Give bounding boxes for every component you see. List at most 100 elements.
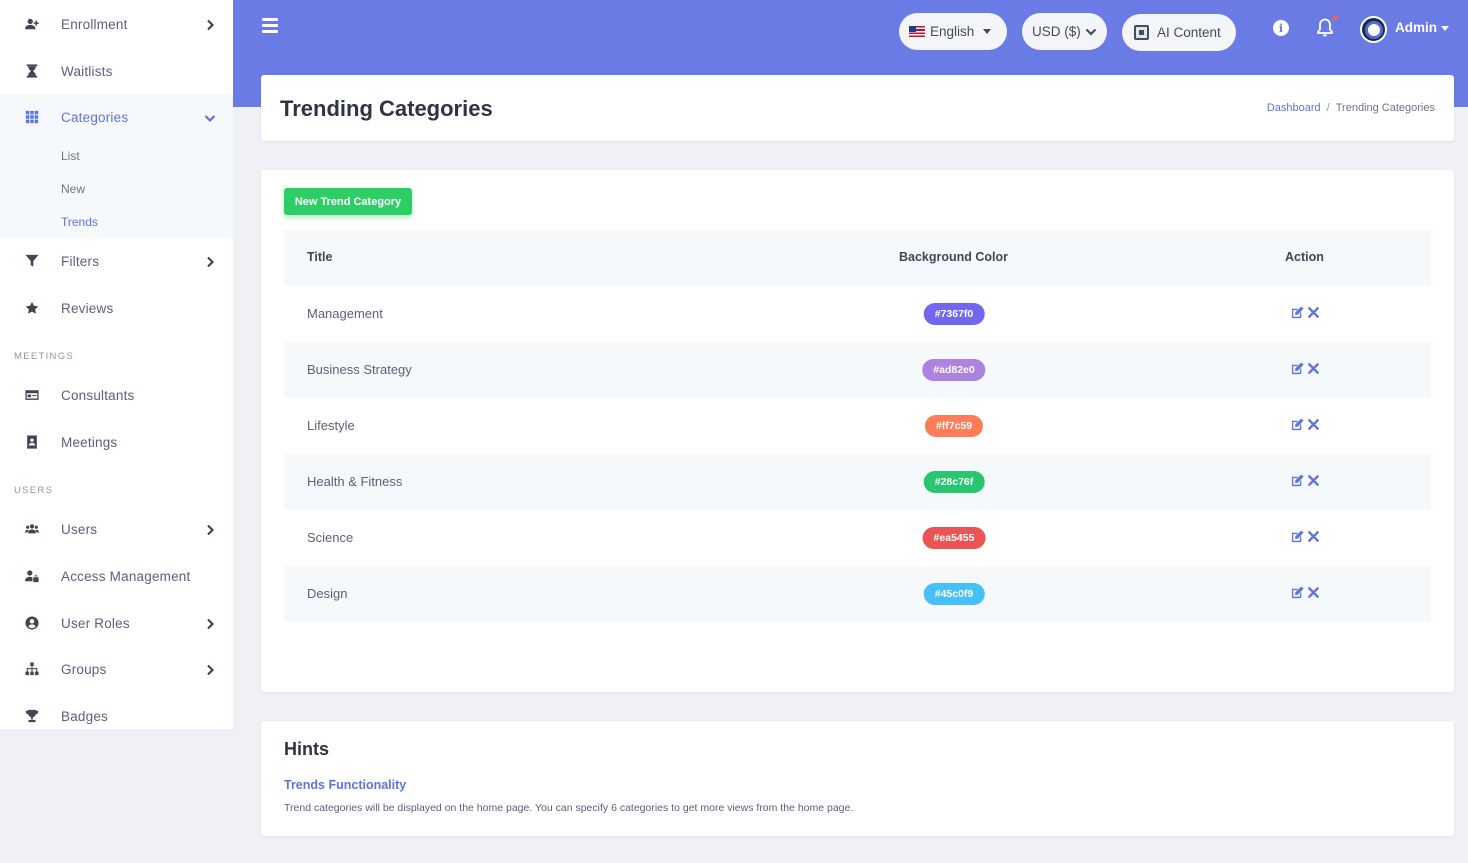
breadcrumb-current: Trending Categories	[1335, 102, 1435, 114]
sidebar: Enrollment Waitlists Categories List New…	[0, 0, 233, 729]
sidebar-item-groups[interactable]: Groups	[0, 646, 233, 692]
breadcrumb-dashboard-link[interactable]: Dashboard	[1267, 102, 1321, 114]
sidebar-item-reviews[interactable]: Reviews	[0, 285, 233, 331]
sidebar-item-label: Meetings	[61, 434, 118, 450]
delete-icon[interactable]	[1307, 362, 1320, 375]
sidebar-item-user-roles[interactable]: User Roles	[0, 600, 233, 646]
grid-icon	[24, 109, 40, 125]
language-selector[interactable]: English	[899, 13, 1007, 50]
row-title: Management	[307, 306, 383, 321]
hints-subtitle: Trends Functionality	[284, 778, 407, 792]
sidebar-item-label: Waitlists	[61, 63, 113, 79]
color-badge: #ff7c59	[924, 415, 984, 437]
chevron-right-icon	[204, 617, 216, 630]
hourglass-icon	[24, 63, 40, 79]
sidebar-item-access-management[interactable]: Access Management	[0, 553, 233, 599]
sidebar-subitem-list[interactable]: List	[61, 149, 80, 163]
sidebar-item-categories[interactable]: Categories	[0, 94, 233, 140]
chevron-right-icon	[204, 255, 216, 268]
sidebar-item-users[interactable]: Users	[0, 506, 233, 552]
admin-menu-label[interactable]: Admin	[1395, 20, 1437, 35]
hints-title: Hints	[284, 739, 329, 759]
row-actions	[1291, 530, 1320, 543]
sidebar-item-meetings[interactable]: Meetings	[0, 419, 233, 465]
trophy-icon	[24, 708, 40, 724]
column-header-action: Action	[1285, 250, 1324, 264]
edit-icon[interactable]	[1291, 474, 1304, 487]
section-heading-users: USERS	[14, 485, 54, 496]
sidebar-item-enrollment[interactable]: Enrollment	[0, 1, 233, 47]
bell-icon[interactable]	[1316, 18, 1334, 38]
row-title: Science	[307, 530, 354, 545]
ai-content-button[interactable]: AI Content	[1122, 14, 1236, 51]
address-book-icon	[24, 434, 40, 450]
color-badge: #45c0f9	[923, 583, 985, 605]
edit-icon[interactable]	[1291, 530, 1304, 543]
trend-categories-table: Title Background Color Action Management…	[284, 230, 1431, 622]
chip-icon	[1134, 25, 1149, 40]
info-icon[interactable]: i	[1273, 20, 1289, 36]
hints-card: Hints Trends Functionality Trend categor…	[261, 721, 1454, 836]
table-row: Science #ea5455	[284, 510, 1431, 566]
row-actions	[1291, 362, 1320, 375]
currency-label: USD ($)	[1032, 24, 1081, 39]
color-badge: #28c76f	[923, 471, 985, 493]
us-flag-icon	[909, 26, 925, 37]
user-lock-icon	[24, 568, 40, 584]
sidebar-item-label: Groups	[61, 661, 107, 677]
sidebar-item-label: Reviews	[61, 300, 114, 316]
table-row: Business Strategy #ad82e0	[284, 342, 1431, 398]
delete-icon[interactable]	[1307, 306, 1320, 319]
new-trend-category-button[interactable]: New Trend Category	[284, 188, 412, 215]
filter-icon	[24, 253, 40, 269]
notification-dot	[1333, 15, 1338, 20]
sidebar-subitem-new[interactable]: New	[61, 182, 85, 196]
avatar[interactable]	[1360, 16, 1387, 43]
sidebar-item-label: Access Management	[61, 568, 191, 584]
edit-icon[interactable]	[1291, 306, 1304, 319]
sidebar-item-label: Consultants	[61, 387, 135, 403]
delete-icon[interactable]	[1307, 474, 1320, 487]
hamburger-menu-icon[interactable]	[262, 18, 278, 34]
sidebar-item-waitlists[interactable]: Waitlists	[0, 48, 233, 94]
chevron-down-icon	[1085, 28, 1097, 36]
row-actions	[1291, 418, 1320, 431]
column-header-title: Title	[307, 250, 333, 264]
row-actions	[1291, 306, 1320, 319]
table-header: Title Background Color Action	[284, 230, 1431, 286]
row-title: Business Strategy	[307, 362, 412, 377]
row-title: Health & Fitness	[307, 474, 403, 489]
hints-text: Trend categories will be displayed on th…	[284, 802, 854, 814]
user-plus-icon	[24, 16, 40, 32]
table-row: Design #45c0f9	[284, 566, 1431, 622]
sidebar-item-consultants[interactable]: Consultants	[0, 372, 233, 418]
chevron-right-icon	[204, 663, 216, 676]
trend-categories-card: New Trend Category Title Background Colo…	[261, 170, 1454, 692]
row-actions	[1291, 586, 1320, 599]
page-header-card: Trending Categories Dashboard / Trending C…	[261, 75, 1454, 141]
sidebar-item-label: Badges	[61, 708, 108, 724]
edit-icon[interactable]	[1291, 362, 1304, 375]
column-header-background-color: Background Color	[899, 250, 1009, 264]
sidebar-item-badges[interactable]: Badges	[0, 693, 233, 739]
delete-icon[interactable]	[1307, 530, 1320, 543]
color-badge: #7367f0	[923, 303, 985, 325]
table-row: Management #7367f0	[284, 286, 1431, 342]
breadcrumb: Dashboard / Trending Categories	[1267, 102, 1435, 114]
delete-icon[interactable]	[1307, 418, 1320, 431]
sidebar-item-label: Users	[61, 521, 98, 537]
sidebar-item-label: User Roles	[61, 615, 130, 631]
sidebar-item-label: Categories	[61, 109, 129, 125]
sidebar-subitem-trends[interactable]: Trends	[61, 215, 98, 229]
row-title: Lifestyle	[307, 418, 355, 433]
edit-icon[interactable]	[1291, 418, 1304, 431]
color-badge: #ad82e0	[922, 359, 986, 381]
currency-selector[interactable]: USD ($)	[1022, 13, 1107, 50]
edit-icon[interactable]	[1291, 586, 1304, 599]
users-icon	[24, 521, 40, 537]
sidebar-item-filters[interactable]: Filters	[0, 238, 233, 284]
delete-icon[interactable]	[1307, 586, 1320, 599]
row-actions	[1291, 474, 1320, 487]
table-row: Lifestyle #ff7c59	[284, 398, 1431, 454]
star-icon	[24, 300, 40, 316]
